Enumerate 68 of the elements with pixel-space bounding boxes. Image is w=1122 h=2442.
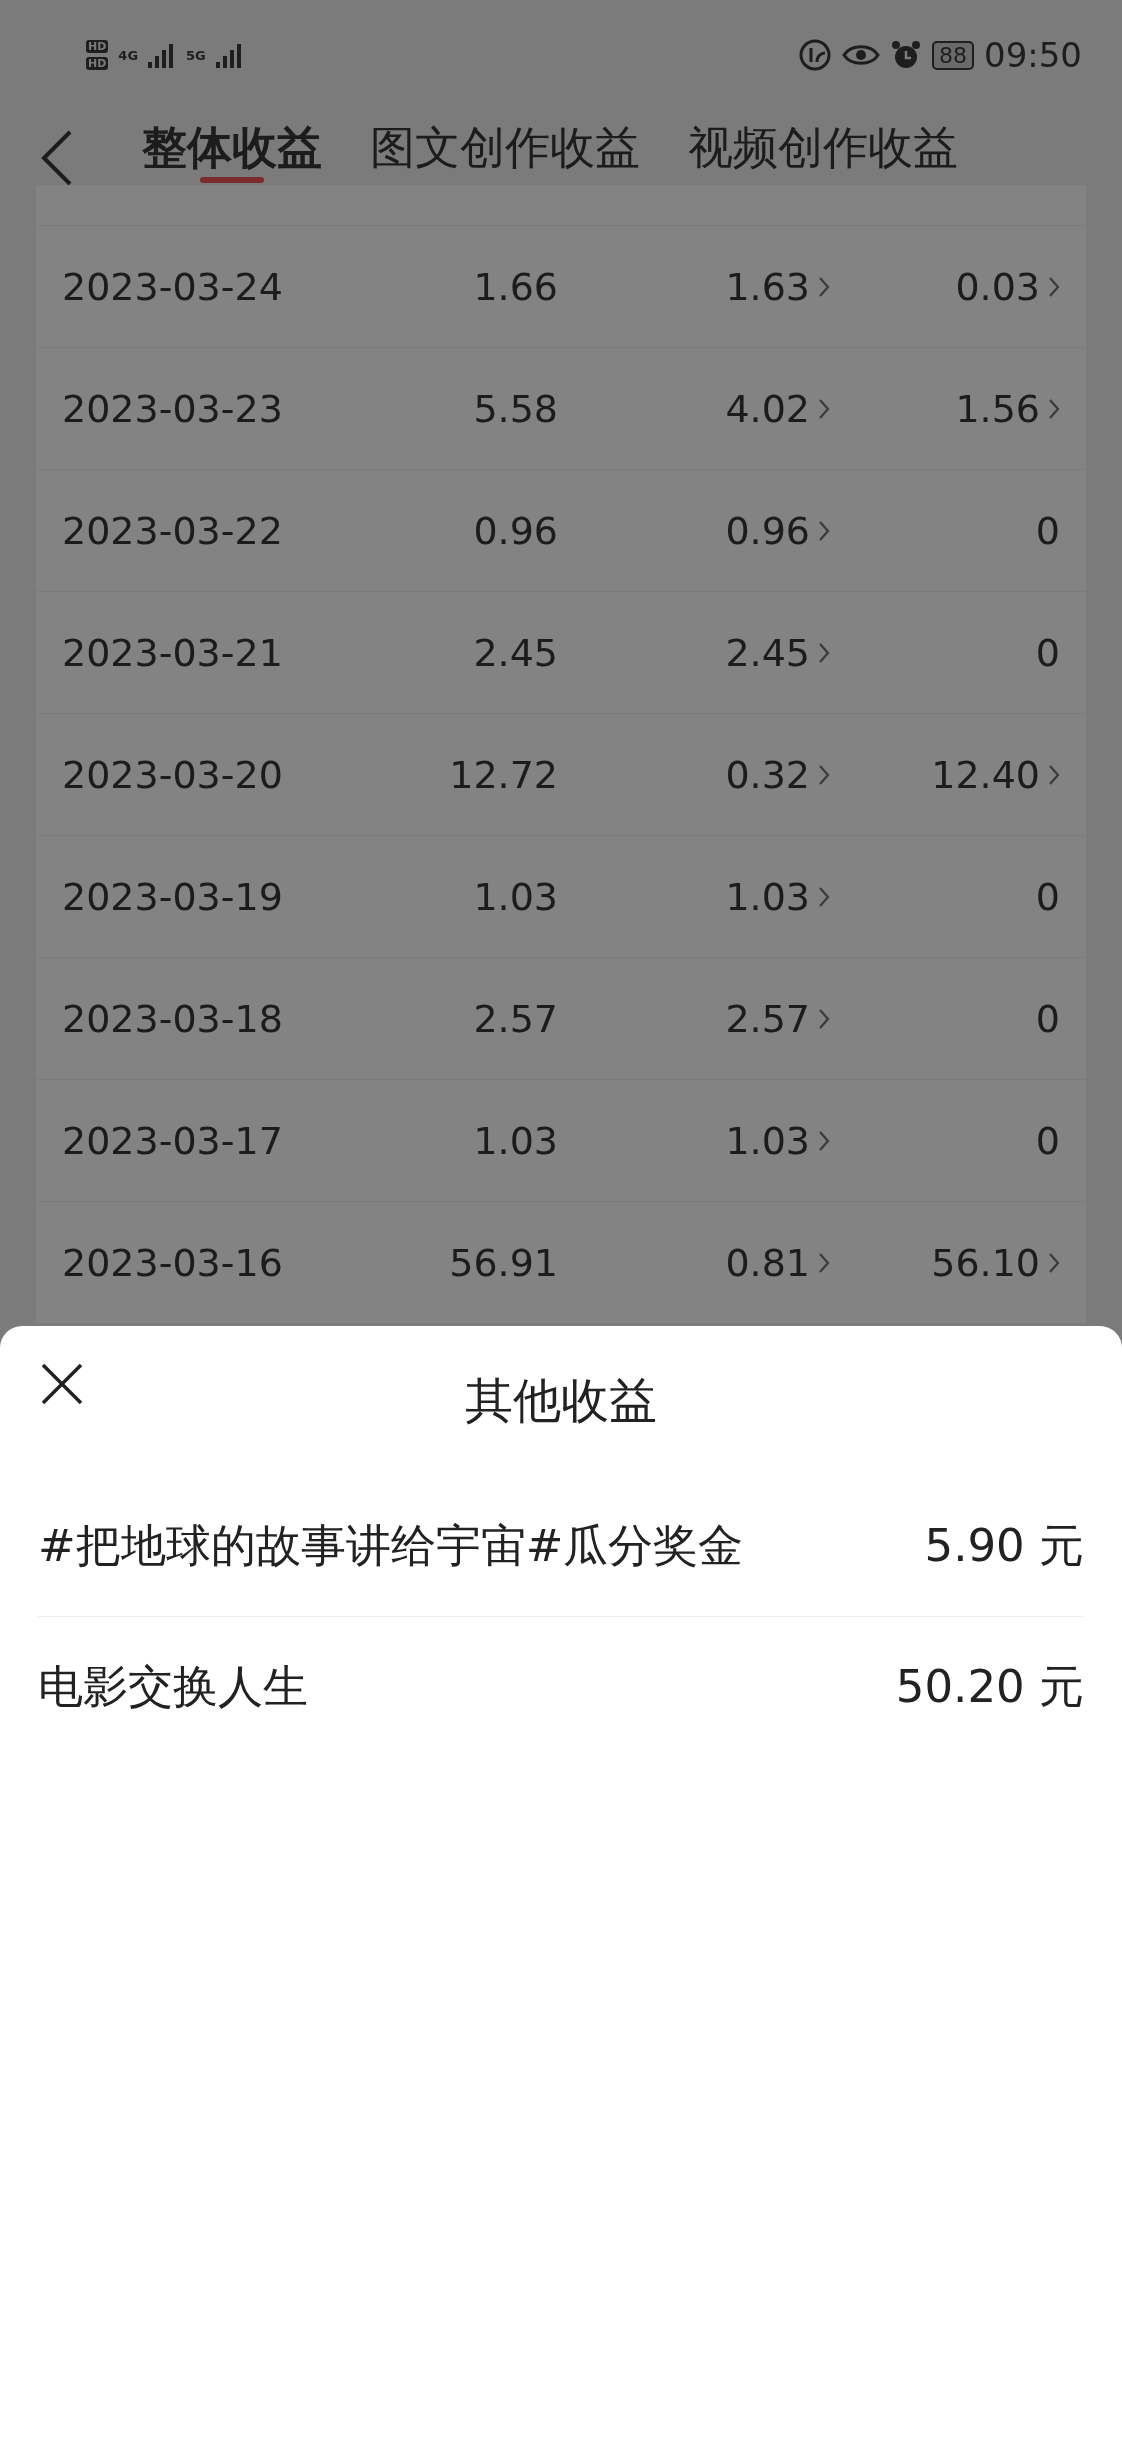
chevron-icon <box>818 397 830 420</box>
sim-label: HD <box>86 40 109 53</box>
eye-icon <box>842 42 880 68</box>
amount-cell: 0 <box>1035 874 1060 919</box>
income-amount: 5.90 元 <box>924 1518 1084 1574</box>
amount-link[interactable]: 12.40 <box>931 752 1060 797</box>
amount-cell: 0.96 <box>473 508 558 553</box>
sheet-title: 其他收益 <box>465 1371 657 1430</box>
chevron-icon <box>818 519 830 542</box>
amount-cell: 0 <box>1035 508 1060 553</box>
network-label: 5G <box>186 47 206 63</box>
tab[interactable]: 整体收益 <box>118 110 346 185</box>
amount-link[interactable]: 2.45 <box>725 630 830 675</box>
amount-cell: 56.91 <box>449 1240 558 1285</box>
date-cell: 2023-03-24 <box>62 264 283 309</box>
chevron-icon <box>818 1129 830 1152</box>
date-cell: 2023-03-19 <box>62 874 283 919</box>
date-cell: 2023-03-21 <box>62 630 283 675</box>
chevron-icon <box>1048 397 1060 420</box>
alarm-icon <box>890 39 922 71</box>
amount-cell: 1.66 <box>473 264 558 309</box>
chevron-icon <box>818 1251 830 1274</box>
amount-link[interactable]: 1.63 <box>725 264 830 309</box>
amount-link[interactable]: 1.56 <box>955 386 1060 431</box>
amount-cell: 0 <box>1035 630 1060 675</box>
amount-link[interactable]: 4.02 <box>725 386 830 431</box>
amount-link[interactable]: 0.32 <box>725 752 830 797</box>
amount-cell: 0 <box>1035 996 1060 1041</box>
chevron-icon <box>818 641 830 664</box>
signal-icon <box>215 42 244 68</box>
amount-cell: 1.03 <box>473 1118 558 1163</box>
amount-cell: 1.03 <box>473 874 558 919</box>
income-amount: 50.20 元 <box>895 1659 1084 1715</box>
amount-link[interactable]: 2.57 <box>725 996 830 1041</box>
amount-cell: 5.58 <box>473 386 558 431</box>
network-label: 4G <box>118 47 139 63</box>
chevron-icon <box>818 763 830 786</box>
amount-link[interactable]: 0.96 <box>725 508 830 553</box>
chevron-icon <box>1048 763 1060 786</box>
sim-label: HD <box>86 57 109 70</box>
date-cell: 2023-03-17 <box>62 1118 283 1163</box>
income-label: #把地球的故事讲给宇宙#瓜分奖金 <box>38 1518 744 1574</box>
date-cell: 2023-03-16 <box>62 1240 283 1285</box>
chevron-icon <box>818 885 830 908</box>
chevron-icon <box>818 275 830 298</box>
chevron-icon <box>1048 1251 1060 1274</box>
back-icon[interactable] <box>40 129 74 186</box>
date-cell: 2023-03-22 <box>62 508 283 553</box>
chevron-icon <box>1048 275 1060 298</box>
amount-link[interactable]: 1.03 <box>725 1118 830 1163</box>
tab[interactable]: 视频创作收益 <box>664 110 982 185</box>
amount-cell: 2.45 <box>473 630 558 675</box>
amount-cell: 0 <box>1035 1118 1060 1163</box>
amount-cell: 2.57 <box>473 996 558 1041</box>
clock-time: 09:50 <box>984 35 1082 75</box>
battery-level: 88 <box>932 40 974 70</box>
chevron-icon <box>818 1007 830 1030</box>
amount-link[interactable]: 0.03 <box>955 264 1060 309</box>
date-cell: 2023-03-18 <box>62 996 283 1041</box>
date-cell: 2023-03-20 <box>62 752 283 797</box>
tab[interactable]: 图文创作收益 <box>346 110 664 185</box>
amount-link[interactable]: 56.10 <box>931 1240 1060 1285</box>
amount-cell: 12.72 <box>449 752 558 797</box>
income-label: 电影交换人生 <box>38 1659 308 1715</box>
amount-link[interactable]: 1.03 <box>725 874 830 919</box>
tab-underline <box>200 177 264 183</box>
date-cell: 2023-03-23 <box>62 386 283 431</box>
amount-link[interactable]: 0.81 <box>725 1240 830 1285</box>
